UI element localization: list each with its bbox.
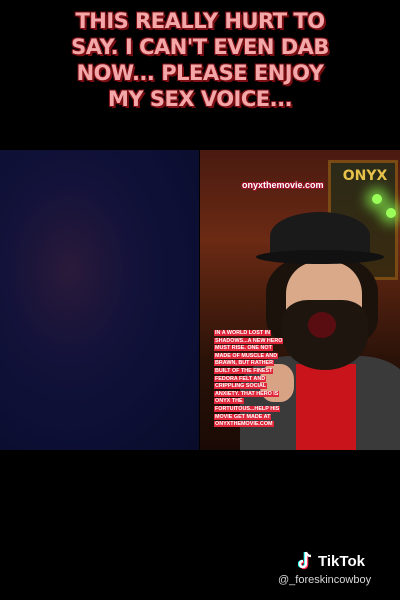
neon-light (372, 194, 382, 204)
left-video-pane[interactable] (0, 150, 199, 450)
person-mouth (308, 312, 336, 338)
story-line: MADE OF MUSCLE AND (214, 352, 279, 359)
caption-overlay: THIS REALLY HURT TO SAY. I CAN'T EVEN DA… (0, 8, 400, 112)
right-video-pane[interactable]: ONYX onyxthemovie.com IN A WORLD LOST IN… (200, 150, 400, 450)
fedora-brim (256, 250, 384, 264)
person-shirt (296, 364, 356, 450)
story-line: ANXIETY. THAT HERO IS (214, 390, 280, 397)
poster-title: ONYX (342, 168, 388, 184)
story-text-block: IN A WORLD LOST IN SHADOWS...A NEW HERO … (214, 330, 292, 429)
creator-handle[interactable]: @_foreskincowboy (278, 574, 371, 586)
neon-light (386, 208, 396, 218)
tiktok-watermark: TikTok @_foreskincowboy (278, 550, 400, 596)
caption-line: SAY. I CAN'T EVEN DAB (71, 35, 329, 59)
story-line: IN A WORLD LOST IN (214, 330, 271, 336)
story-line: FORTUITOUS...HELP HIS (214, 405, 281, 412)
story-line: SHADOWS...A NEW HERO (214, 337, 284, 344)
caption-line: THIS REALLY HURT TO (75, 9, 325, 33)
tiktok-brand-row: TikTok (298, 550, 365, 572)
tiktok-note-icon (298, 551, 312, 570)
story-line: BRAWN, BUT RATHER (214, 360, 274, 367)
story-line: BUILT OF THE FINEST (214, 367, 274, 374)
caption-line: NOW... PLEASE ENJOY (76, 61, 324, 85)
caption-line: MY SEX VOICE... (107, 87, 293, 111)
story-line: FEDORA FELT AND (214, 375, 267, 382)
url-overlay: onyxthemovie.com (242, 180, 324, 190)
story-line: MUST RISE. ONE NOT (214, 345, 273, 352)
story-line: ONYXTHEMOVIE.COM (214, 421, 274, 428)
tiktok-brand: TikTok (318, 552, 365, 570)
story-line: CRIPPLING SOCIAL (214, 383, 268, 390)
story-line: MOVIE GET MADE AT (214, 413, 272, 420)
story-line: ONYX THE (214, 398, 244, 405)
